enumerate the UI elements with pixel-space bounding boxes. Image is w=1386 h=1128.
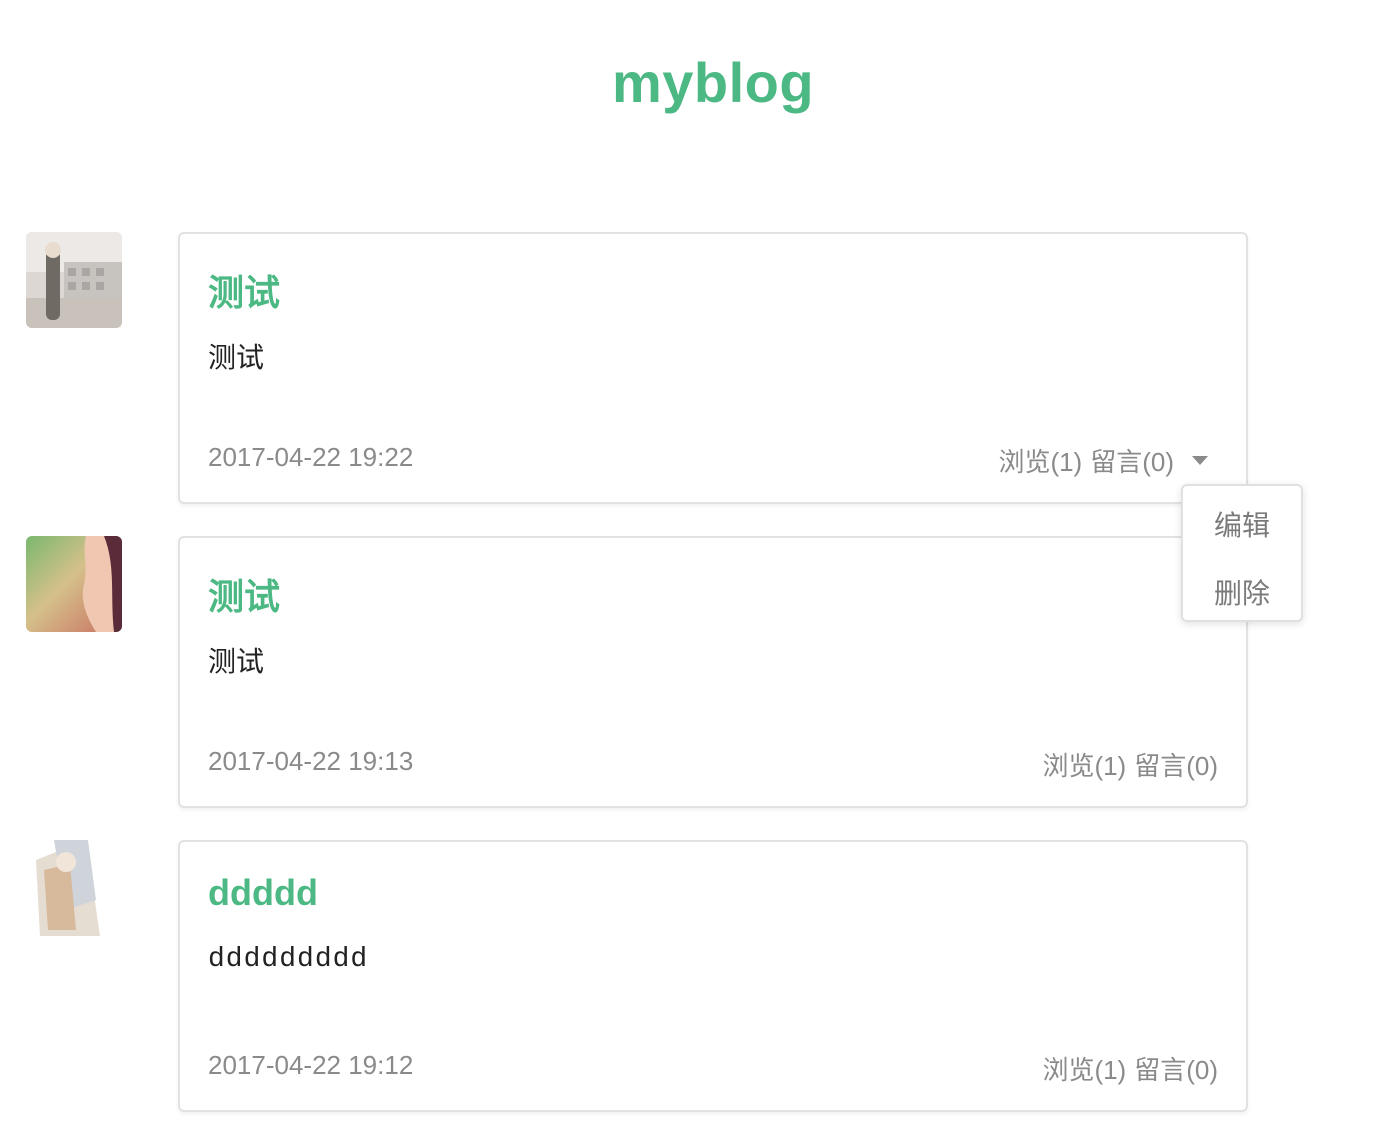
post-stats: 浏览(1) 留言(0) [998,442,1208,479]
post-title[interactable]: 测试 [208,264,280,316]
post-date: 2017-04-22 19:12 [208,1050,414,1080]
avatar-image [26,840,122,936]
views-count: 浏览(1) [998,447,1083,477]
post-card[interactable]: 测试 测试 2017-04-22 19:22 浏览(1) 留言(0) [178,232,1248,504]
post-content: 测试 [208,342,265,373]
post-card[interactable]: ddddd ddddddddd 2017-04-22 19:12 浏览(1) 留… [178,840,1248,1112]
views-count: 浏览(1) [1042,1055,1127,1085]
caret-down-icon[interactable] [1192,456,1208,465]
post-stats: 浏览(1) 留言(0) [1042,746,1218,783]
post-card[interactable]: 测试 测试 2017-04-22 19:13 浏览(1) 留言(0) [178,536,1248,808]
comments-count: 留言(0) [1134,751,1218,781]
post-date: 2017-04-22 19:22 [208,442,414,472]
avatar[interactable] [26,536,122,632]
avatar-image [26,232,122,328]
delete-menu-item[interactable]: 删除 [1183,572,1301,612]
avatar[interactable] [26,840,122,936]
comments-count: 留言(0) [1090,447,1174,477]
avatar-image [26,536,122,632]
avatar[interactable] [26,232,122,328]
post-title[interactable]: 测试 [208,568,280,620]
post-title[interactable]: ddddd [208,872,318,914]
post-content: 测试 [208,646,265,677]
post-actions-dropdown: 编辑 删除 [1181,484,1303,622]
edit-menu-item[interactable]: 编辑 [1183,504,1301,544]
post-content: ddddddddd [208,944,369,975]
post-stats: 浏览(1) 留言(0) [1042,1050,1218,1087]
views-count: 浏览(1) [1042,751,1127,781]
comments-count: 留言(0) [1134,1055,1218,1085]
post-date: 2017-04-22 19:13 [208,746,414,776]
site-title[interactable]: myblog [0,50,1386,115]
